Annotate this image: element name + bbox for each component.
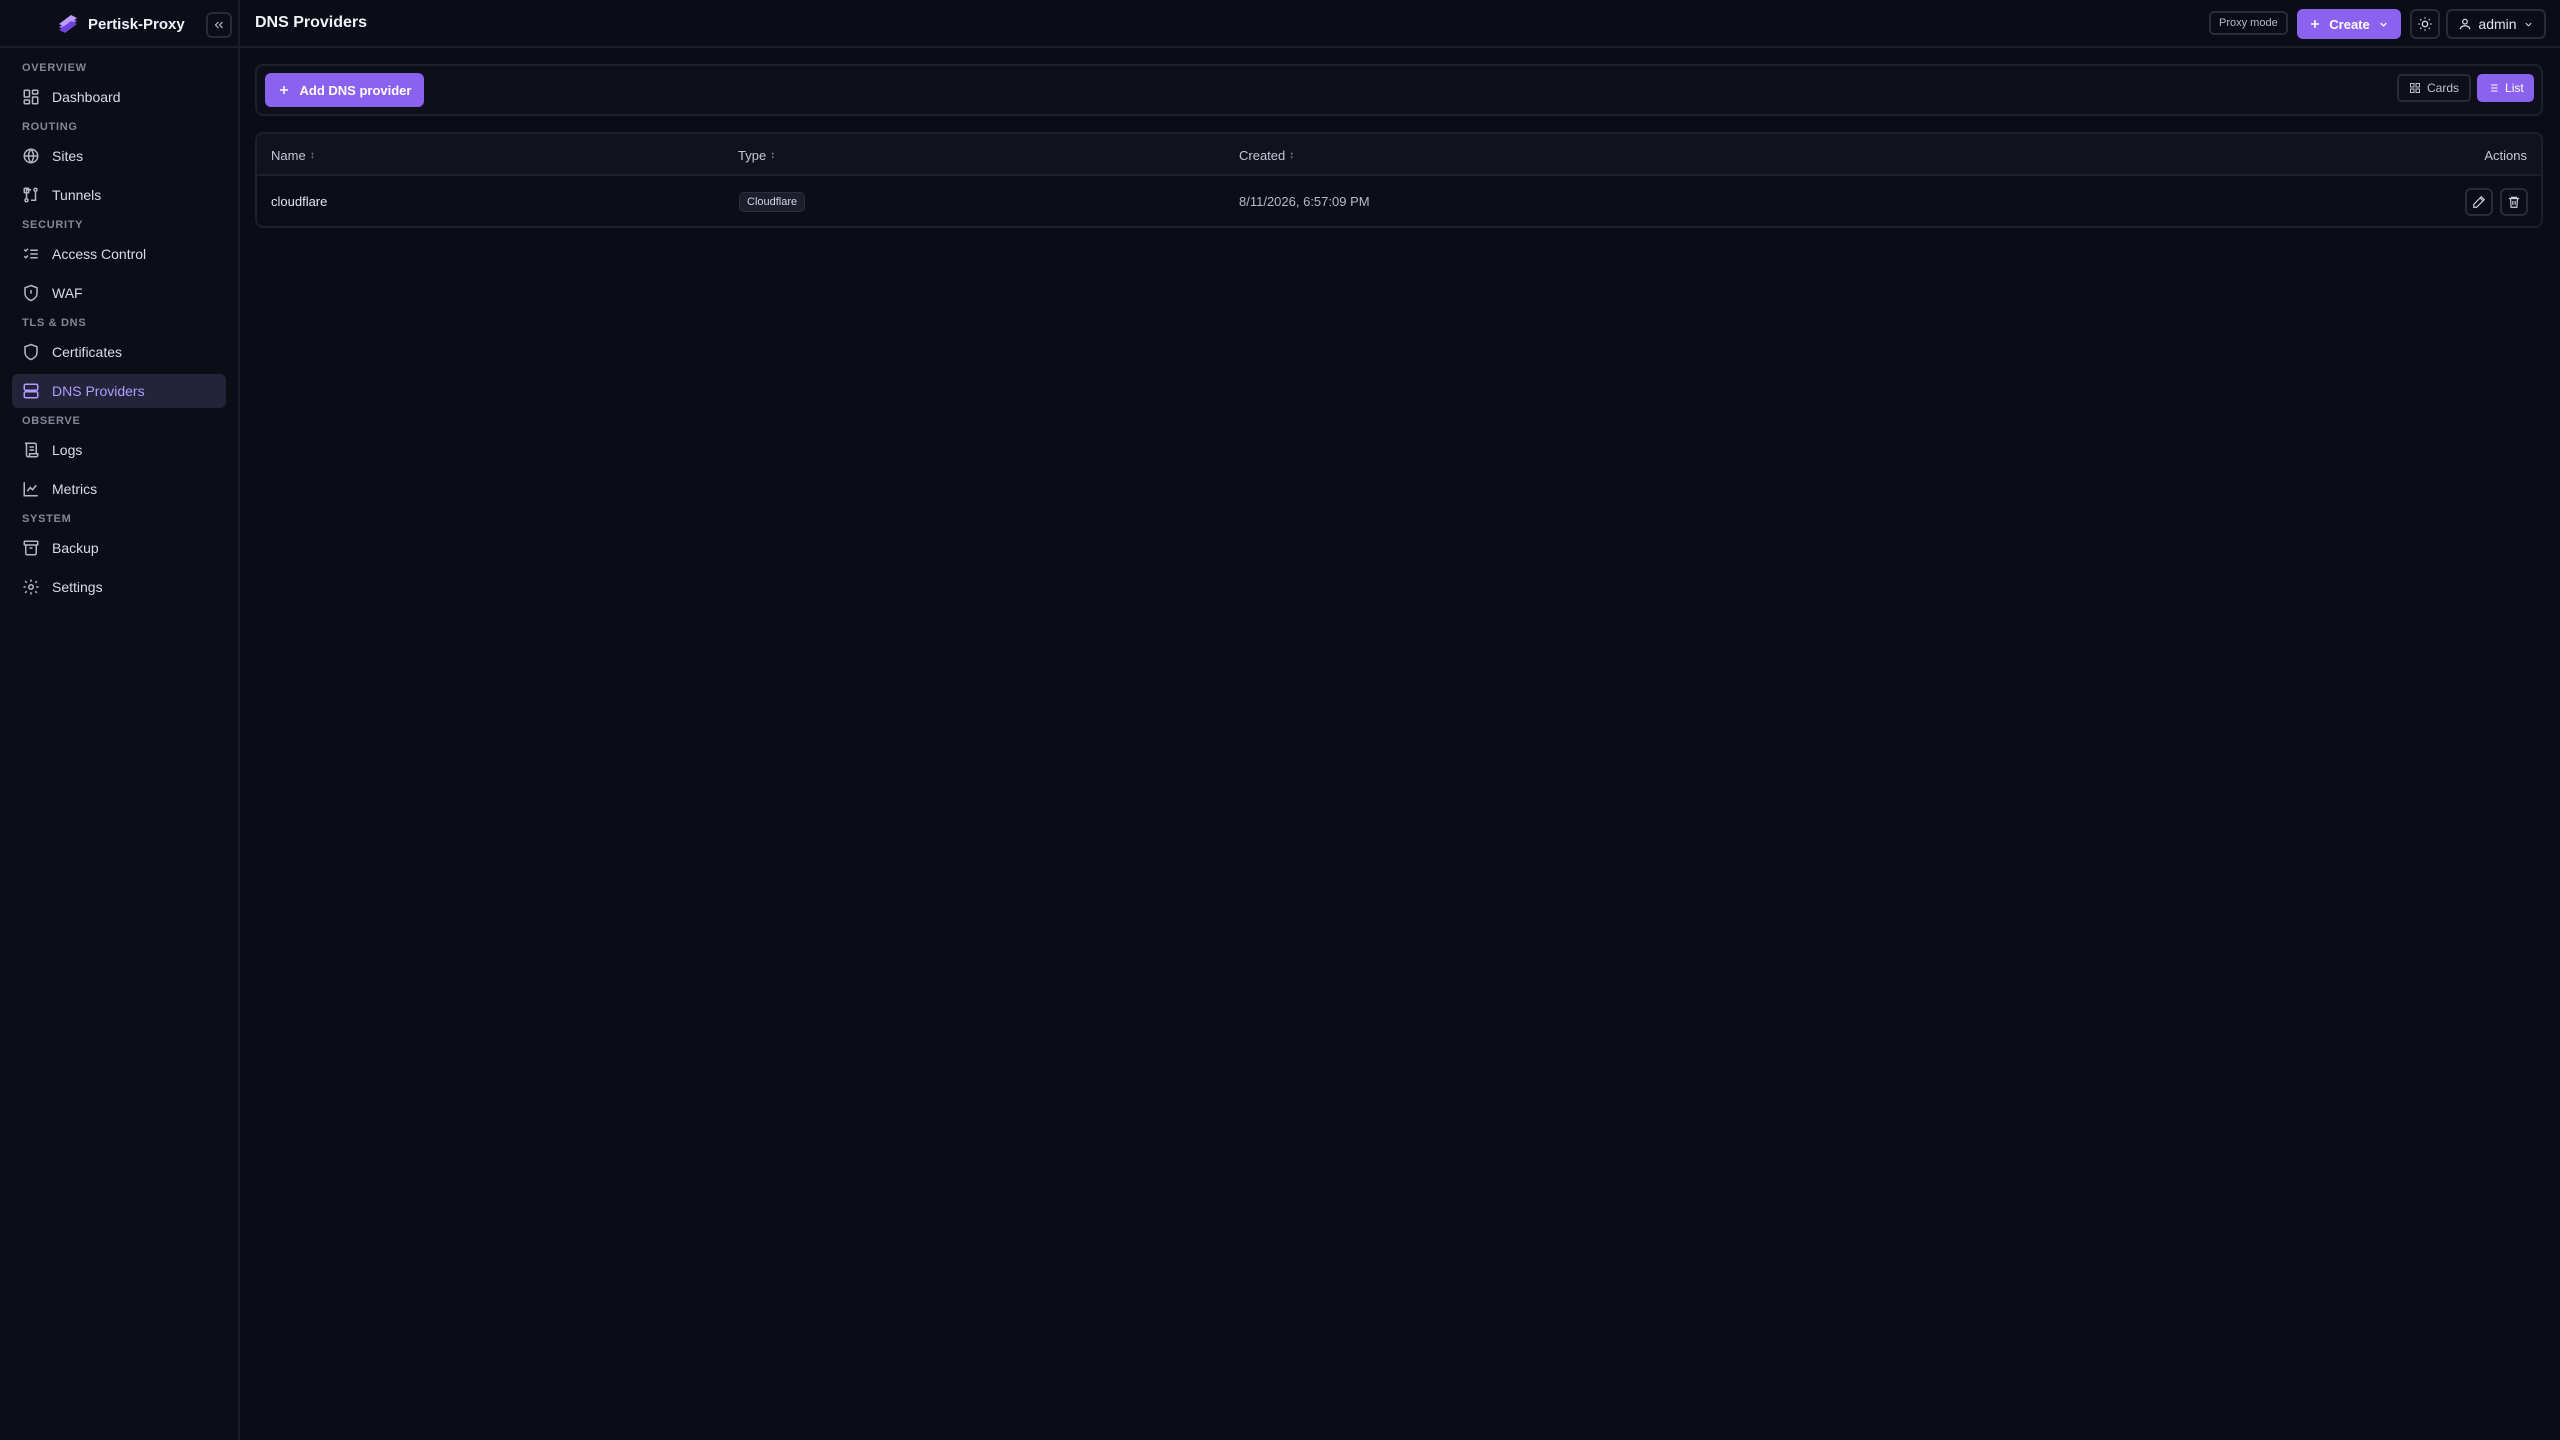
- globe-icon: [22, 147, 40, 165]
- sun-icon: [2418, 17, 2432, 31]
- shield-outline-icon: [22, 343, 40, 361]
- edit-button[interactable]: [2465, 188, 2493, 216]
- view-list-label: List: [2505, 81, 2524, 95]
- sidebar-item-label: Access Control: [52, 246, 147, 262]
- add-dns-provider-label: Add DNS provider: [299, 82, 412, 98]
- list-icon: [2488, 84, 2498, 92]
- table-row[interactable]: cloudflare Cloudflare 8/11/2026, 6:57:09…: [257, 176, 2541, 226]
- archive-icon: [22, 539, 40, 557]
- create-button[interactable]: Create: [2297, 9, 2401, 39]
- server-icon: [22, 382, 40, 400]
- provider-name: cloudflare: [271, 194, 328, 209]
- table-header: Name ↕ Type ↕ Created ↕ Actions: [257, 134, 2541, 176]
- sidebar-item-settings[interactable]: Settings: [12, 570, 226, 604]
- shield-icon: [22, 284, 40, 302]
- sort-icon: ↕: [770, 150, 776, 161]
- app-name: Pertisk-Proxy: [88, 15, 185, 33]
- column-header-label: Actions: [2484, 148, 2527, 163]
- sidebar-item-certificates[interactable]: Certificates: [12, 335, 226, 369]
- sidebar-item-label: Dashboard: [52, 89, 121, 105]
- sidebar-nav: OVERVIEW Dashboard ROUTING Sites Tunnels…: [0, 48, 238, 604]
- create-button-label: Create: [2329, 16, 2370, 32]
- theme-toggle-button[interactable]: [2410, 9, 2440, 39]
- sidebar-item-access-control[interactable]: Access Control: [12, 237, 226, 271]
- line-chart-icon: [22, 480, 40, 498]
- view-toggle: Cards List: [2397, 74, 2534, 104]
- gear-icon: [22, 578, 40, 596]
- sidebar-item-backup[interactable]: Backup: [12, 531, 226, 565]
- sidebar-item-label: WAF: [52, 285, 83, 301]
- nav-section-tls-dns: TLS & DNS: [22, 317, 87, 329]
- sidebar-item-metrics[interactable]: Metrics: [12, 472, 226, 506]
- nav-section-security: SECURITY: [22, 219, 84, 231]
- logo-icon: [56, 12, 80, 36]
- brand[interactable]: Pertisk-Proxy: [56, 12, 185, 36]
- collapse-sidebar-button[interactable]: [206, 12, 232, 38]
- providers-toolbar: Add DNS provider Cards List: [255, 64, 2543, 116]
- app-root: Pertisk-Proxy OVERVIEW Dashboard ROUTING…: [0, 0, 2560, 1440]
- sidebar-item-dashboard[interactable]: Dashboard: [12, 80, 226, 114]
- sidebar-item-tunnels[interactable]: Tunnels: [12, 178, 226, 212]
- sidebar-item-label: Certificates: [52, 344, 123, 360]
- sidebar-item-label: Metrics: [52, 481, 98, 497]
- provider-created: 8/11/2026, 6:57:09 PM: [1239, 194, 1370, 209]
- pencil-icon: [2473, 195, 2486, 208]
- user-menu-button[interactable]: admin: [2446, 9, 2546, 39]
- dashboard-icon: [22, 88, 40, 106]
- nav-section-routing: ROUTING: [22, 121, 78, 133]
- proxy-mode-badge[interactable]: Proxy mode: [2209, 11, 2288, 35]
- column-header-label: Created: [1239, 148, 1286, 163]
- nav-section-overview: OVERVIEW: [22, 62, 87, 74]
- user-menu-label: admin: [2478, 16, 2517, 32]
- view-cards-label: Cards: [2427, 81, 2460, 95]
- topbar: DNS Providers Proxy mode Create admin: [240, 0, 2560, 48]
- provider-type-badge: Cloudflare: [739, 192, 806, 212]
- sidebar-item-label: Settings: [52, 579, 103, 595]
- column-header-name[interactable]: Name ↕: [271, 148, 315, 163]
- add-dns-provider-button[interactable]: Add DNS provider: [265, 73, 424, 107]
- column-header-actions: Actions: [2484, 148, 2527, 163]
- plus-icon: [2311, 20, 2320, 28]
- chevron-down-icon: [2524, 22, 2532, 27]
- delete-button[interactable]: [2500, 188, 2528, 216]
- column-header-label: Name: [271, 148, 306, 163]
- tunnel-icon: [22, 186, 40, 204]
- sort-icon: ↕: [309, 150, 315, 161]
- sidebar-item-label: DNS Providers: [52, 383, 145, 399]
- sidebar-item-label: Logs: [52, 442, 83, 458]
- nav-section-observe: OBSERVE: [22, 415, 81, 427]
- view-cards-button[interactable]: Cards: [2397, 74, 2472, 102]
- brand-row: Pertisk-Proxy: [0, 0, 238, 48]
- nav-section-system: SYSTEM: [22, 513, 72, 525]
- sidebar-item-label: Sites: [52, 148, 84, 164]
- sort-icon: ↕: [1289, 150, 1295, 161]
- scroll-icon: [22, 441, 40, 459]
- view-list-button[interactable]: List: [2477, 74, 2534, 102]
- column-header-label: Type: [738, 148, 767, 163]
- chevrons-left-icon: [214, 21, 223, 29]
- chevron-down-icon: [2379, 22, 2387, 27]
- page-title: DNS Providers: [255, 14, 368, 31]
- grid-icon: [2410, 83, 2420, 93]
- sidebar-item-waf[interactable]: WAF: [12, 276, 226, 310]
- column-header-type[interactable]: Type ↕: [738, 148, 775, 163]
- providers-table: Name ↕ Type ↕ Created ↕ Actions cloudfla…: [255, 132, 2543, 228]
- sidebar-item-logs[interactable]: Logs: [12, 433, 226, 467]
- sidebar: Pertisk-Proxy OVERVIEW Dashboard ROUTING…: [0, 0, 240, 1440]
- column-header-created[interactable]: Created ↕: [1239, 148, 1294, 163]
- list-checks-icon: [22, 245, 40, 263]
- trash-icon: [2508, 196, 2520, 208]
- sidebar-item-label: Backup: [52, 540, 99, 556]
- sidebar-item-dns-providers[interactable]: DNS Providers: [12, 374, 226, 408]
- sidebar-item-label: Tunnels: [52, 187, 102, 203]
- sidebar-item-sites[interactable]: Sites: [12, 139, 226, 173]
- plus-icon: [279, 86, 288, 94]
- user-icon: [2460, 18, 2471, 30]
